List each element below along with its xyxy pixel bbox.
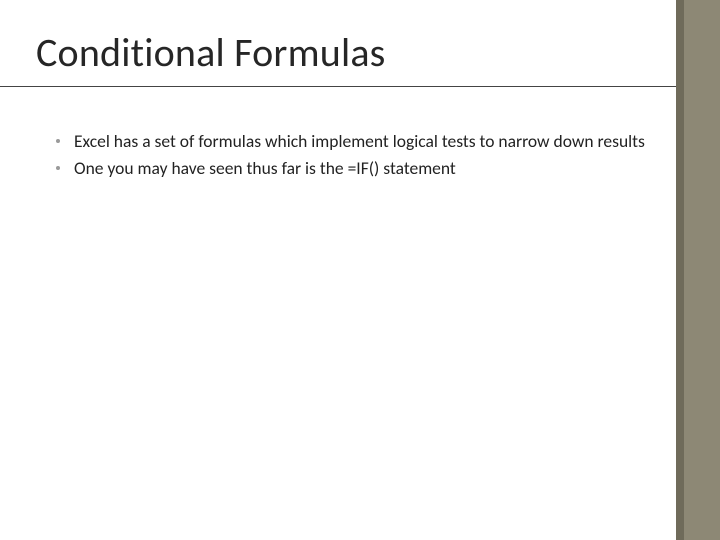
slide-title: Conditional Formulas	[36, 28, 386, 77]
slide-sidebar-accent-dark	[676, 0, 684, 540]
bullet-text: One you may have seen thus far is the =I…	[74, 157, 456, 179]
title-underline	[0, 86, 676, 87]
bullet-item: Excel has a set of formulas which implem…	[56, 130, 656, 153]
slide-body: Excel has a set of formulas which implem…	[56, 130, 656, 184]
bullet-item: One you may have seen thus far is the =I…	[56, 157, 656, 180]
bullet-dot-icon	[56, 139, 60, 143]
slide-sidebar-accent	[684, 0, 720, 540]
bullet-dot-icon	[56, 166, 60, 170]
bullet-text: Excel has a set of formulas which implem…	[74, 130, 645, 152]
